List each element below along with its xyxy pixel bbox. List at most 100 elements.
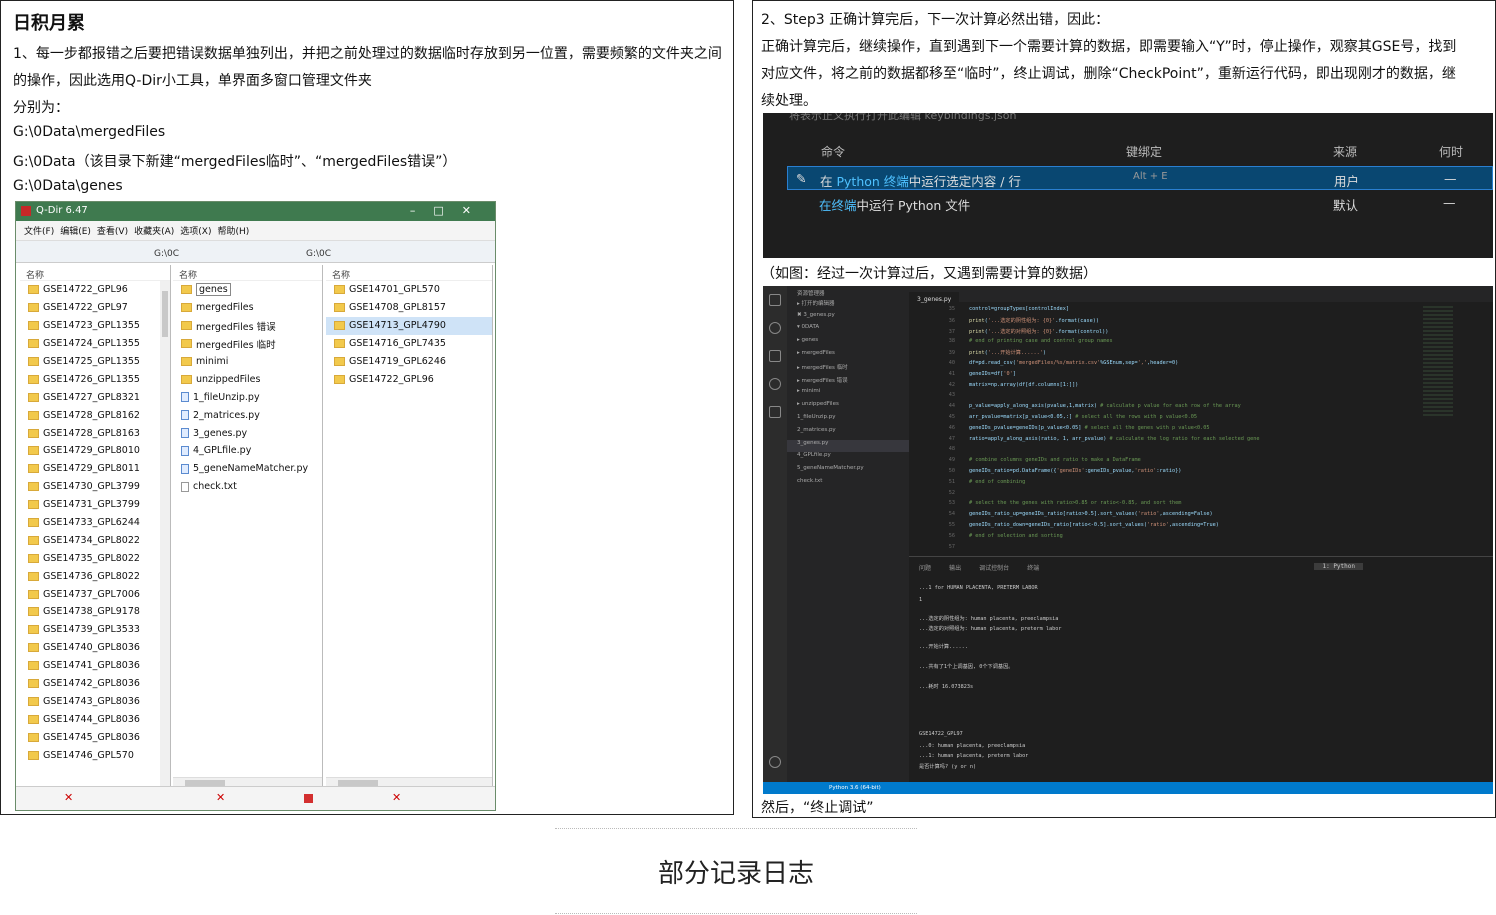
list-item[interactable]: GSE14722_GPL97 [20, 299, 170, 317]
list-item[interactable]: GSE14733_GPL6244 [20, 514, 170, 532]
list-item[interactable]: mergedFiles [173, 299, 322, 317]
keybinding-row-2[interactable]: 在终端中运行 Python 文件 默认 — [787, 191, 1493, 215]
list-item[interactable]: GSE14735_GPL8022 [20, 549, 170, 567]
menu-item-4[interactable]: 选项(X) [180, 224, 211, 237]
list-item[interactable]: GSE14734_GPL8022 [20, 531, 170, 549]
col-command[interactable]: 命令 [821, 143, 845, 160]
col-source[interactable]: 来源 [1333, 143, 1357, 160]
search-icon[interactable] [769, 322, 781, 334]
terminal-panel[interactable]: 问题 输出 调试控制台 终端 1: Python ...1 for HUMAN … [909, 556, 1493, 782]
list-item[interactable]: GSE14722_GPL96 [20, 281, 170, 299]
pane-2-header[interactable]: 名称 [173, 265, 322, 281]
list-item[interactable]: GSE14723_GPL1355 [20, 317, 170, 335]
list-item[interactable]: GSE14728_GPL8162 [20, 406, 170, 424]
stop-icon[interactable] [304, 794, 313, 803]
list-item[interactable]: GSE14731_GPL3799 [20, 496, 170, 514]
list-item[interactable]: mergedFiles 临时 [173, 335, 322, 353]
list-item[interactable]: GSE14701_GPL570 [326, 281, 492, 299]
pane-3-header[interactable]: 名称 [326, 265, 492, 281]
window-controls[interactable]: –□✕ [410, 204, 489, 217]
list-item[interactable]: GSE14737_GPL7006 [20, 585, 170, 603]
explorer-item[interactable]: ▸ 打开的编辑器 [787, 299, 909, 312]
col-when[interactable]: 何时 [1439, 143, 1463, 160]
pane-1-header[interactable]: 名称 [20, 265, 170, 281]
list-item[interactable]: check.txt [173, 478, 322, 496]
list-item[interactable]: mergedFiles 错误 [173, 317, 322, 335]
list-item[interactable]: GSE14741_GPL8036 [20, 657, 170, 675]
tab-problems[interactable]: 问题 [919, 565, 931, 572]
list-item[interactable]: GSE14738_GPL9178 [20, 603, 170, 621]
explorer-item[interactable]: ▸ mergedFiles 错误 [787, 376, 909, 389]
list-item[interactable]: GSE14739_GPL3533 [20, 621, 170, 639]
list-item[interactable]: GSE14740_GPL8036 [20, 639, 170, 657]
list-item[interactable]: GSE14708_GPL8157 [326, 299, 492, 317]
explorer-item[interactable]: ▾ 0DATA [787, 324, 909, 337]
list-item[interactable]: GSE14725_GPL1355 [20, 353, 170, 371]
explorer-item[interactable]: check.txt [787, 478, 909, 491]
list-item[interactable]: GSE14713_GPL4790 [326, 316, 492, 335]
tab-debug-console[interactable]: 调试控制台 [979, 565, 1009, 572]
minimap[interactable] [1423, 306, 1453, 416]
explorer-item[interactable]: 4_GPLfile.py [787, 452, 909, 465]
list-item[interactable]: GSE14746_GPL570 [20, 746, 170, 764]
source-control-icon[interactable] [769, 350, 781, 362]
keybinding-row-1[interactable]: ✎ 在 Python 终端中运行选定内容 / 行 Alt + E 用户 — [787, 166, 1493, 190]
delete-icon[interactable]: ✕ [64, 791, 73, 804]
explorer-item[interactable]: 2_matrices.py [787, 427, 909, 440]
list-item[interactable]: GSE14742_GPL8036 [20, 675, 170, 693]
menu-item-0[interactable]: 文件(F) [24, 224, 54, 237]
tab-terminal[interactable]: 终端 [1027, 565, 1039, 572]
list-item[interactable]: minimi [173, 353, 322, 371]
qdir-titlebar[interactable]: Q-Dir 6.47 –□✕ [16, 202, 495, 221]
explorer-item[interactable]: ▸ unzippedFiles [787, 401, 909, 414]
extensions-icon[interactable] [769, 406, 781, 418]
gear-icon[interactable] [769, 756, 781, 768]
menu-item-1[interactable]: 编辑(E) [60, 224, 91, 237]
list-item[interactable]: GSE14722_GPL96 [326, 370, 492, 388]
debug-icon[interactable] [769, 378, 781, 390]
terminal-select[interactable]: 1: Python [1314, 563, 1363, 570]
list-item[interactable]: GSE14719_GPL6246 [326, 353, 492, 371]
delete-icon-3[interactable]: ✕ [392, 791, 401, 804]
list-item[interactable]: GSE14727_GPL8321 [20, 388, 170, 406]
list-item[interactable]: GSE14736_GPL8022 [20, 567, 170, 585]
list-item[interactable]: GSE14745_GPL8036 [20, 728, 170, 746]
list-item[interactable]: unzippedFiles [173, 370, 322, 388]
list-item[interactable]: GSE14728_GPL8163 [20, 424, 170, 442]
menu-item-5[interactable]: 帮助(H) [218, 224, 250, 237]
list-item[interactable]: 3_genes.py [173, 424, 322, 442]
list-item[interactable]: 1_fileUnzip.py [173, 388, 322, 406]
explorer-item[interactable]: 5_geneNameMatcher.py [787, 465, 909, 478]
explorer-item[interactable]: 1_fileUnzip.py [787, 414, 909, 427]
list-item[interactable]: GSE14744_GPL8036 [20, 710, 170, 728]
explorer-item[interactable]: ▸ mergedFiles [787, 350, 909, 363]
menu-item-3[interactable]: 收藏夹(A) [134, 224, 174, 237]
explorer-item[interactable]: ▸ minimi [787, 388, 909, 401]
list-item[interactable]: GSE14730_GPL3799 [20, 478, 170, 496]
list-item[interactable]: 4_GPLfile.py [173, 442, 322, 460]
edit-icon[interactable]: ✎ [796, 171, 806, 186]
addr-input-2[interactable]: G:\0C [306, 249, 331, 259]
col-keybinding[interactable]: 键绑定 [1126, 143, 1162, 160]
list-item[interactable]: 5_geneNameMatcher.py [173, 460, 322, 478]
pane-1-scrollbar[interactable] [160, 281, 170, 787]
list-item[interactable]: GSE14724_GPL1355 [20, 335, 170, 353]
menu-item-2[interactable]: 查看(V) [97, 224, 128, 237]
addr-input-1[interactable]: G:\0C [154, 249, 179, 259]
list-item[interactable]: 2_matrices.py [173, 406, 322, 424]
list-item[interactable]: GSE14743_GPL8036 [20, 692, 170, 710]
list-item[interactable]: GSE14729_GPL8011 [20, 460, 170, 478]
tab-output[interactable]: 输出 [949, 565, 961, 572]
list-item[interactable]: genes [173, 281, 322, 299]
qdir-toolbar[interactable]: G:\0C G:\0C [16, 241, 495, 263]
explorer-item[interactable]: ▸ genes [787, 337, 909, 350]
list-item[interactable]: GSE14726_GPL1355 [20, 370, 170, 388]
explorer-item[interactable]: ▸ mergedFiles 临时 [787, 363, 909, 376]
list-item[interactable]: GSE14716_GPL7435 [326, 335, 492, 353]
python-interpreter[interactable]: Python 3.6 (64-bit) [829, 785, 881, 791]
delete-icon-2[interactable]: ✕ [216, 791, 225, 804]
code-editor[interactable]: 3_genes.py 35 control=groupTypes[controlI… [909, 286, 1493, 556]
explorer-item[interactable]: 3_genes.py [787, 439, 909, 453]
files-icon[interactable] [769, 294, 781, 306]
explorer-item[interactable]: ✖ 3_genes.py [787, 312, 909, 325]
